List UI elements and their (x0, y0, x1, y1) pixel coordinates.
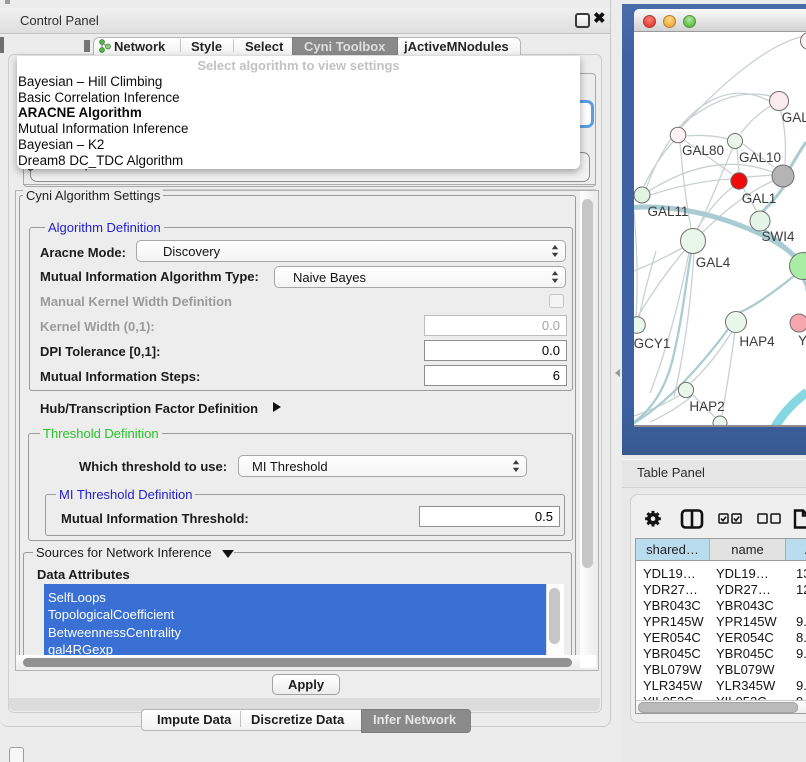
svg-text:HAP2: HAP2 (689, 399, 724, 414)
svg-text:GAL4: GAL4 (696, 255, 731, 270)
svg-text:GAL2: GAL2 (782, 110, 806, 125)
svg-text:GAL80: GAL80 (682, 143, 724, 158)
svg-text:GCY1: GCY1 (634, 336, 670, 351)
svg-text:HAP4: HAP4 (739, 334, 775, 349)
svg-text:GAL10: GAL10 (739, 150, 781, 165)
svg-text:GAL11: GAL11 (647, 204, 688, 219)
svg-text:SWI4: SWI4 (761, 229, 794, 244)
svg-text:GAL1: GAL1 (742, 191, 777, 206)
svg-text:YDR009W: YDR009W (798, 333, 806, 348)
